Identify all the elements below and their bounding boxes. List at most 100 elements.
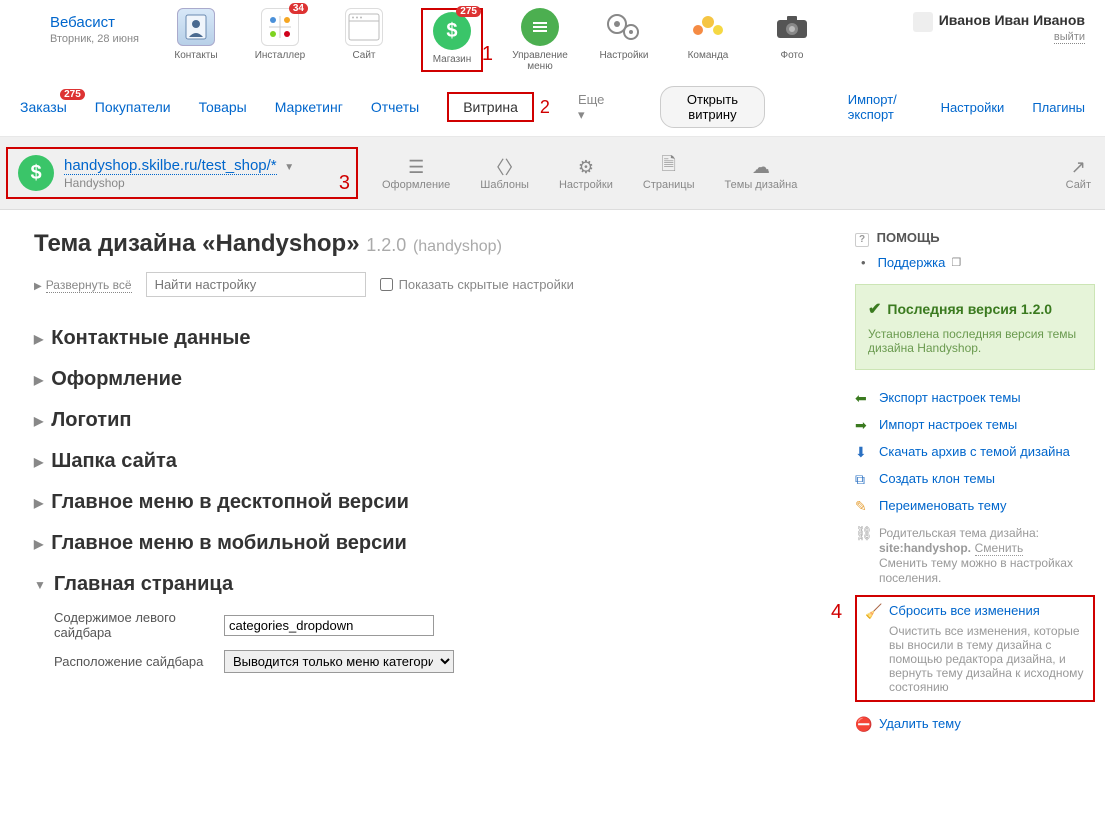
section-header[interactable]: ▶Оформление — [34, 368, 825, 391]
open-storefront-button[interactable]: Открыть витрину — [660, 86, 764, 128]
reset-description: Очистить все изменения, которые вы вноси… — [889, 624, 1085, 694]
brand-link[interactable]: Вебасист — [50, 14, 115, 31]
menu-customers[interactable]: Покупатели — [95, 99, 171, 115]
main-left: Тема дизайна «Handyshop» 1.2.0 (handysho… — [34, 230, 825, 743]
shop-icon: $ 275 — [433, 12, 471, 50]
top-header: Вебасист Вторник, 28 июня Контакты 34 Ин… — [0, 0, 1105, 72]
section-menu-mobile: ▶Главное меню в мобильной версии — [34, 532, 825, 555]
tab-design[interactable]: ☰ Оформление — [382, 155, 450, 191]
app-settings[interactable]: Настройки — [597, 8, 651, 72]
tab-site[interactable]: ↗ Сайт — [1066, 155, 1091, 191]
menu-import-export[interactable]: Импорт/экспорт — [848, 92, 913, 122]
field-sidebar-position: Расположение сайдбара Выводится только м… — [54, 650, 825, 673]
annotation-3: 3 — [339, 172, 350, 195]
tab-templates[interactable]: 〈〉 Шаблоны — [480, 155, 529, 191]
field-label: Содержимое левого сайдбара — [54, 610, 224, 640]
storefront-toolbar: $ handyshop.skilbe.ru/test_shop/* ▼ Hand… — [0, 137, 1105, 210]
version-text: Установлена последняя версия темы дизайн… — [868, 327, 1082, 355]
app-site[interactable]: Сайт — [337, 8, 391, 72]
support-link[interactable]: Поддержка ❐ — [861, 255, 1095, 270]
clone-icon: ⧉ — [855, 471, 871, 488]
menu-storefront[interactable]: Витрина — [447, 92, 534, 122]
app-label: Настройки — [599, 50, 648, 61]
site-name: Handyshop — [64, 176, 294, 190]
avatar-icon — [913, 12, 933, 32]
menu-plugins[interactable]: Плагины — [1032, 100, 1085, 115]
chevron-down-icon: ▼ — [284, 162, 294, 173]
app-photo[interactable]: Фото — [765, 8, 819, 72]
change-parent-link[interactable]: Сменить — [975, 541, 1024, 556]
menu-settings[interactable]: Настройки — [941, 100, 1005, 115]
site-url[interactable]: handyshop.skilbe.ru/test_shop/* — [64, 157, 277, 175]
menu-reports[interactable]: Отчеты — [371, 99, 419, 115]
section-header[interactable]: ▶Главное меню в десктопной версии — [34, 491, 825, 514]
search-setting-input[interactable] — [146, 272, 366, 297]
dollar-icon: $ — [18, 155, 54, 191]
code-icon: 〈〉 — [493, 155, 517, 179]
rename-link[interactable]: ✎ Переименовать тему — [855, 498, 1095, 515]
site-selector[interactable]: $ handyshop.skilbe.ru/test_shop/* ▼ Hand… — [6, 147, 358, 199]
logout-link[interactable]: выйти — [1054, 31, 1085, 44]
section-header[interactable]: ▼Главная страница — [34, 573, 825, 596]
menu-products[interactable]: Товары — [199, 99, 247, 115]
storefront-tabs: ☰ Оформление 〈〉 Шаблоны ⚙ Настройки 🗎 Ст… — [382, 155, 797, 191]
pencil-icon: ✎ — [855, 498, 871, 515]
section-design: ▶Оформление — [34, 368, 825, 391]
show-hidden-input[interactable] — [380, 278, 393, 291]
user-name[interactable]: Иванов Иван Иванов — [939, 12, 1085, 28]
menu-orders[interactable]: Заказы 275 — [20, 99, 67, 115]
reset-link[interactable]: 🧹 Сбросить все изменения — [865, 603, 1085, 620]
import-link[interactable]: ➡ Импорт настроек темы — [855, 417, 1095, 434]
gear-icon: ⚙ — [574, 155, 598, 179]
export-link[interactable]: ⬅ Экспорт настроек темы — [855, 390, 1095, 407]
tab-pages[interactable]: 🗎 Страницы — [643, 155, 695, 191]
main-right: ? ПОМОЩЬ Поддержка ❐ ✔ Последняя версия … — [855, 230, 1095, 743]
installer-badge: 34 — [289, 3, 308, 14]
section-contacts: ▶Контактные данные — [34, 327, 825, 350]
version-box: ✔ Последняя версия 1.2.0 Установлена пос… — [855, 284, 1095, 370]
app-label: Управление меню — [512, 50, 568, 72]
section-header[interactable]: ▶Логотип — [34, 409, 825, 432]
section-header[interactable]: ▶Шапка сайта — [34, 450, 825, 473]
sidebar-content-input[interactable] — [224, 615, 434, 636]
brand-block: Вебасист Вторник, 28 июня — [50, 8, 139, 45]
tab-settings[interactable]: ⚙ Настройки — [559, 155, 613, 191]
show-hidden-checkbox[interactable]: Показать скрытые настройки — [380, 277, 574, 292]
app-label: Фото — [780, 50, 803, 61]
tab-themes[interactable]: ☁ Темы дизайна — [725, 155, 798, 191]
app-label: Контакты — [174, 50, 217, 61]
team-icon — [689, 8, 727, 46]
section-header[interactable]: ▶Главное меню в мобильной версии — [34, 532, 825, 555]
delete-link[interactable]: ⛔ Удалить тему — [855, 716, 1095, 733]
installer-icon: 34 — [261, 8, 299, 46]
broom-icon: 🧹 — [865, 603, 881, 620]
menu-mgmt-icon — [521, 8, 559, 46]
settings-icon — [605, 8, 643, 46]
app-label: Сайт — [352, 50, 375, 61]
app-team[interactable]: Команда — [681, 8, 735, 72]
help-icon: ? — [855, 233, 869, 247]
app-menu-mgmt[interactable]: Управление меню — [513, 8, 567, 72]
photo-icon — [773, 8, 811, 46]
download-link[interactable]: ⬇ Скачать архив с темой дизайна — [855, 444, 1095, 461]
section-header[interactable]: ▶Контактные данные — [34, 327, 825, 350]
shop-badge: 275 — [456, 6, 481, 17]
menu-marketing[interactable]: Маркетинг — [275, 99, 343, 115]
sidebar-position-select[interactable]: Выводится только меню категорий — [224, 650, 454, 673]
annotation-4: 4 — [831, 601, 842, 624]
shop-menu: Заказы 275 Покупатели Товары Маркетинг О… — [0, 78, 1105, 137]
minus-icon: ⛔ — [855, 716, 871, 733]
main: Тема дизайна «Handyshop» 1.2.0 (handysho… — [0, 210, 1105, 763]
app-label: Команда — [688, 50, 729, 61]
app-shop[interactable]: $ 275 Магазин — [425, 12, 479, 65]
user-block: Иванов Иван Иванов выйти — [913, 8, 1085, 43]
contacts-icon — [177, 8, 215, 46]
menu-more[interactable]: Еще ▾ — [578, 92, 604, 123]
expand-all[interactable]: ▶Развернуть всё — [34, 277, 132, 292]
help-heading: ? ПОМОЩЬ — [855, 230, 1095, 247]
download-icon: ⬇ — [855, 444, 871, 461]
app-contacts[interactable]: Контакты — [169, 8, 223, 72]
clone-link[interactable]: ⧉ Создать клон темы — [855, 471, 1095, 488]
app-installer[interactable]: 34 Инсталлер — [253, 8, 307, 72]
annotation-2: 2 — [540, 97, 550, 118]
